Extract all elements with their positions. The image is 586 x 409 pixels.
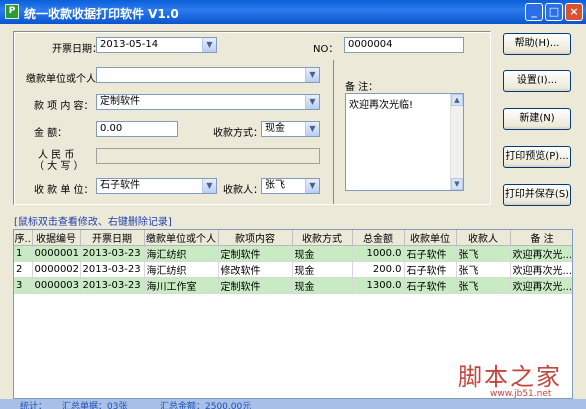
rmb-uppercase-field bbox=[96, 148, 320, 164]
minimize-button[interactable]: _ bbox=[525, 3, 543, 21]
note-label: 备 注： bbox=[345, 82, 379, 93]
col-header-payer[interactable]: 缴款单位或个人 bbox=[144, 230, 219, 246]
cell-item: 定制软件 bbox=[218, 245, 293, 262]
date-label: 开票日期： bbox=[52, 44, 102, 55]
cell-method: 现金 bbox=[292, 277, 353, 294]
unit-label: 收 款 单 位： bbox=[34, 185, 94, 196]
cell-seq: 1 bbox=[14, 245, 33, 262]
cell-unit: 石子软件 bbox=[404, 261, 457, 278]
table-row[interactable]: 2 0000002 2013-03-23 ... 海汇纺织 修改软件 现金 20… bbox=[14, 261, 572, 278]
cell-payee: 张飞 bbox=[456, 261, 511, 278]
unit-value: 石子软件 bbox=[100, 180, 140, 191]
cell-receipt-no: 0000002 bbox=[32, 261, 81, 278]
watermark-text: 脚本之家 bbox=[458, 363, 562, 391]
item-value: 定制软件 bbox=[100, 96, 140, 107]
settings-button[interactable]: 设置(I)... bbox=[503, 70, 571, 92]
cell-payer: 海汇纺织 bbox=[144, 261, 219, 278]
cell-payer: 海汇纺织 bbox=[144, 245, 219, 262]
app-icon: P bbox=[5, 4, 19, 19]
item-combo[interactable]: 定制软件 ▼ bbox=[96, 94, 320, 110]
date-picker[interactable]: 2013-05-14 ▼ bbox=[96, 37, 217, 53]
maximize-button[interactable]: □ bbox=[545, 3, 563, 21]
date-value: 2013-05-14 bbox=[100, 39, 159, 50]
status-total: 汇总金额：2500.00元 bbox=[160, 402, 252, 409]
scroll-down-icon[interactable]: ▼ bbox=[451, 178, 463, 190]
status-bar: 统计： 汇总单据：03张 汇总金额：2500.00元 bbox=[0, 399, 586, 409]
cell-receipt-no: 0000003 bbox=[32, 277, 81, 294]
col-header-date[interactable]: 开票日期 bbox=[80, 230, 145, 246]
cell-seq: 2 bbox=[14, 261, 33, 278]
rmb-label-line2: （ 大 写 ） bbox=[34, 161, 84, 172]
status-count: 汇总单据：03张 bbox=[62, 402, 128, 409]
scroll-up-icon[interactable]: ▲ bbox=[451, 94, 463, 106]
cell-total: 200.0 bbox=[352, 261, 405, 278]
cell-note: 欢迎再次光... bbox=[510, 245, 572, 262]
chevron-down-icon[interactable]: ▼ bbox=[305, 179, 319, 193]
method-combo[interactable]: 现金 ▼ bbox=[261, 121, 320, 137]
unit-combo[interactable]: 石子软件 ▼ bbox=[96, 178, 217, 194]
col-header-seq[interactable]: 序.. bbox=[14, 230, 33, 246]
amount-field[interactable]: 0.00 bbox=[96, 121, 178, 137]
chevron-down-icon[interactable]: ▼ bbox=[305, 122, 319, 136]
chevron-down-icon[interactable]: ▼ bbox=[305, 68, 319, 82]
no-label: NO： bbox=[313, 44, 339, 55]
new-button[interactable]: 新建(N) bbox=[503, 108, 571, 130]
col-header-note[interactable]: 备 注 bbox=[510, 230, 572, 246]
item-label: 款 项 内 容： bbox=[34, 101, 94, 112]
cell-payer: 海川工作室 bbox=[144, 277, 219, 294]
payee-combo[interactable]: 张飞 ▼ bbox=[261, 178, 320, 194]
cell-receipt-no: 0000001 bbox=[32, 245, 81, 262]
chevron-down-icon[interactable]: ▼ bbox=[202, 38, 216, 52]
window-title: 统一收款收据打印软件 V1.0 bbox=[24, 7, 179, 21]
payer-combo[interactable]: ▼ bbox=[96, 67, 320, 83]
cell-unit: 石子软件 bbox=[404, 245, 457, 262]
receipt-no-field[interactable]: 0000004 bbox=[344, 37, 464, 53]
col-header-payee[interactable]: 收款人 bbox=[456, 230, 511, 246]
amount-label: 金 额： bbox=[34, 128, 68, 139]
app-window: P 统一收款收据打印软件 V1.0 _ □ × 开票日期： 2013-05-14… bbox=[0, 0, 586, 409]
cell-date: 2013-03-23 ... bbox=[80, 245, 145, 262]
col-header-unit[interactable]: 收款单位 bbox=[404, 230, 457, 246]
note-value: 欢迎再次光临! bbox=[349, 100, 414, 111]
chevron-down-icon[interactable]: ▼ bbox=[202, 179, 216, 193]
cell-total: 1000.0 bbox=[352, 245, 405, 262]
help-button[interactable]: 帮助(H)... bbox=[503, 33, 571, 55]
cell-note: 欢迎再次光... bbox=[510, 261, 572, 278]
payee-label: 收款人： bbox=[223, 185, 263, 196]
print-save-button[interactable]: 打印并保存(S) bbox=[503, 184, 571, 206]
cell-payee: 张飞 bbox=[456, 277, 511, 294]
col-header-item[interactable]: 款项内容 bbox=[218, 230, 293, 246]
table-hint: [鼠标双击查看修改、右键删除记录] bbox=[14, 217, 172, 228]
note-textarea[interactable]: 欢迎再次光临! ▲ ▼ bbox=[345, 93, 464, 191]
cell-date: 2013-03-23 ... bbox=[80, 277, 145, 294]
cell-item: 定制软件 bbox=[218, 277, 293, 294]
method-label: 收款方式： bbox=[213, 128, 263, 139]
cell-method: 现金 bbox=[292, 261, 353, 278]
cell-seq: 3 bbox=[14, 277, 33, 294]
cell-payee: 张飞 bbox=[456, 245, 511, 262]
title-bar[interactable]: P 统一收款收据打印软件 V1.0 _ □ × bbox=[0, 0, 586, 24]
table-row[interactable]: 1 0000001 2013-03-23 ... 海汇纺织 定制软件 现金 10… bbox=[14, 245, 572, 262]
cell-unit: 石子软件 bbox=[404, 277, 457, 294]
cell-item: 修改软件 bbox=[218, 261, 293, 278]
print-preview-button[interactable]: 打印预览(P)... bbox=[503, 146, 571, 168]
payee-value: 张飞 bbox=[265, 180, 285, 191]
cell-note: 欢迎再次光... bbox=[510, 277, 572, 294]
chevron-down-icon[interactable]: ▼ bbox=[305, 95, 319, 109]
method-value: 现金 bbox=[265, 123, 285, 134]
cell-date: 2013-03-23 ... bbox=[80, 261, 145, 278]
close-button[interactable]: × bbox=[565, 3, 583, 21]
col-header-method[interactable]: 收款方式 bbox=[292, 230, 353, 246]
col-header-receipt-no[interactable]: 收据编号 bbox=[32, 230, 81, 246]
payer-label: 缴款单位或个人： bbox=[26, 74, 106, 85]
table-header: 序.. 收据编号 开票日期 缴款单位或个人 款项内容 收款方式 总金额 收款单位… bbox=[14, 230, 572, 246]
cell-total: 1300.0 bbox=[352, 277, 405, 294]
col-header-total[interactable]: 总金额 bbox=[352, 230, 405, 246]
table-row[interactable]: 3 0000003 2013-03-23 ... 海川工作室 定制软件 现金 1… bbox=[14, 277, 572, 294]
cell-method: 现金 bbox=[292, 245, 353, 262]
note-scrollbar[interactable]: ▲ ▼ bbox=[450, 94, 463, 190]
watermark-url: www.jb51.net bbox=[490, 389, 552, 399]
status-label: 统计： bbox=[20, 402, 48, 409]
